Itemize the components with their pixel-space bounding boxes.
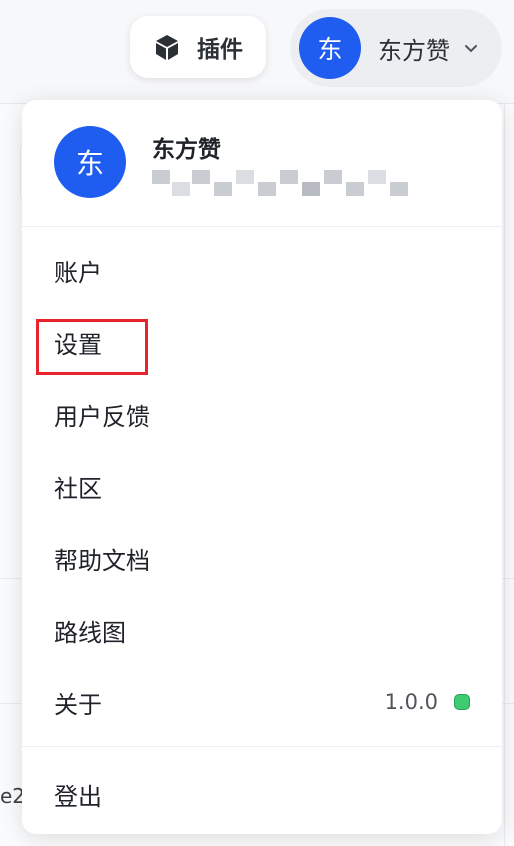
background-divider <box>504 104 505 846</box>
menu-item-label: 关于 <box>54 690 102 719</box>
menu-item-label: 登出 <box>54 782 102 811</box>
menu-item-label: 社区 <box>54 474 102 503</box>
chevron-down-icon <box>464 39 478 58</box>
menu-item-about[interactable]: 关于 1.0.0 <box>22 666 502 738</box>
menu-item-label: 帮助文档 <box>54 546 150 575</box>
user-menu-button[interactable]: 东 东方赞 <box>290 9 502 87</box>
menu-item-account[interactable]: 账户 <box>22 234 502 306</box>
menu-item-label: 路线图 <box>54 618 126 647</box>
menu-item-label: 账户 <box>54 258 102 287</box>
redacted-email <box>152 168 410 198</box>
avatar: 东 <box>299 17 361 79</box>
highlight-box <box>36 319 148 375</box>
plugin-button-label: 插件 <box>197 37 243 63</box>
dropdown-header: 东 东方赞 <box>22 100 502 226</box>
menu-item-roadmap[interactable]: 路线图 <box>22 594 502 666</box>
plugin-button[interactable]: 插件 <box>130 16 266 78</box>
divider <box>22 226 502 227</box>
avatar: 东 <box>54 126 126 198</box>
menu-item-feedback[interactable]: 用户反馈 <box>22 378 502 450</box>
menu-item-community[interactable]: 社区 <box>22 450 502 522</box>
user-dropdown-menu: 东 东方赞 账户 设置 用户反馈 社区 帮助文档 路线图 关于 1.0.0 登出 <box>22 100 502 834</box>
user-name: 东方赞 <box>378 36 450 65</box>
cube-icon <box>153 33 181 61</box>
menu-item-label: 用户反馈 <box>54 402 150 431</box>
version-label: 1.0.0 <box>384 690 438 714</box>
divider <box>22 746 502 747</box>
dropdown-user-name: 东方赞 <box>152 137 221 163</box>
status-dot-icon <box>454 694 470 710</box>
logout-button[interactable]: 登出 <box>22 758 502 830</box>
menu-item-settings[interactable]: 设置 <box>22 306 502 378</box>
menu-item-help-docs[interactable]: 帮助文档 <box>22 522 502 594</box>
